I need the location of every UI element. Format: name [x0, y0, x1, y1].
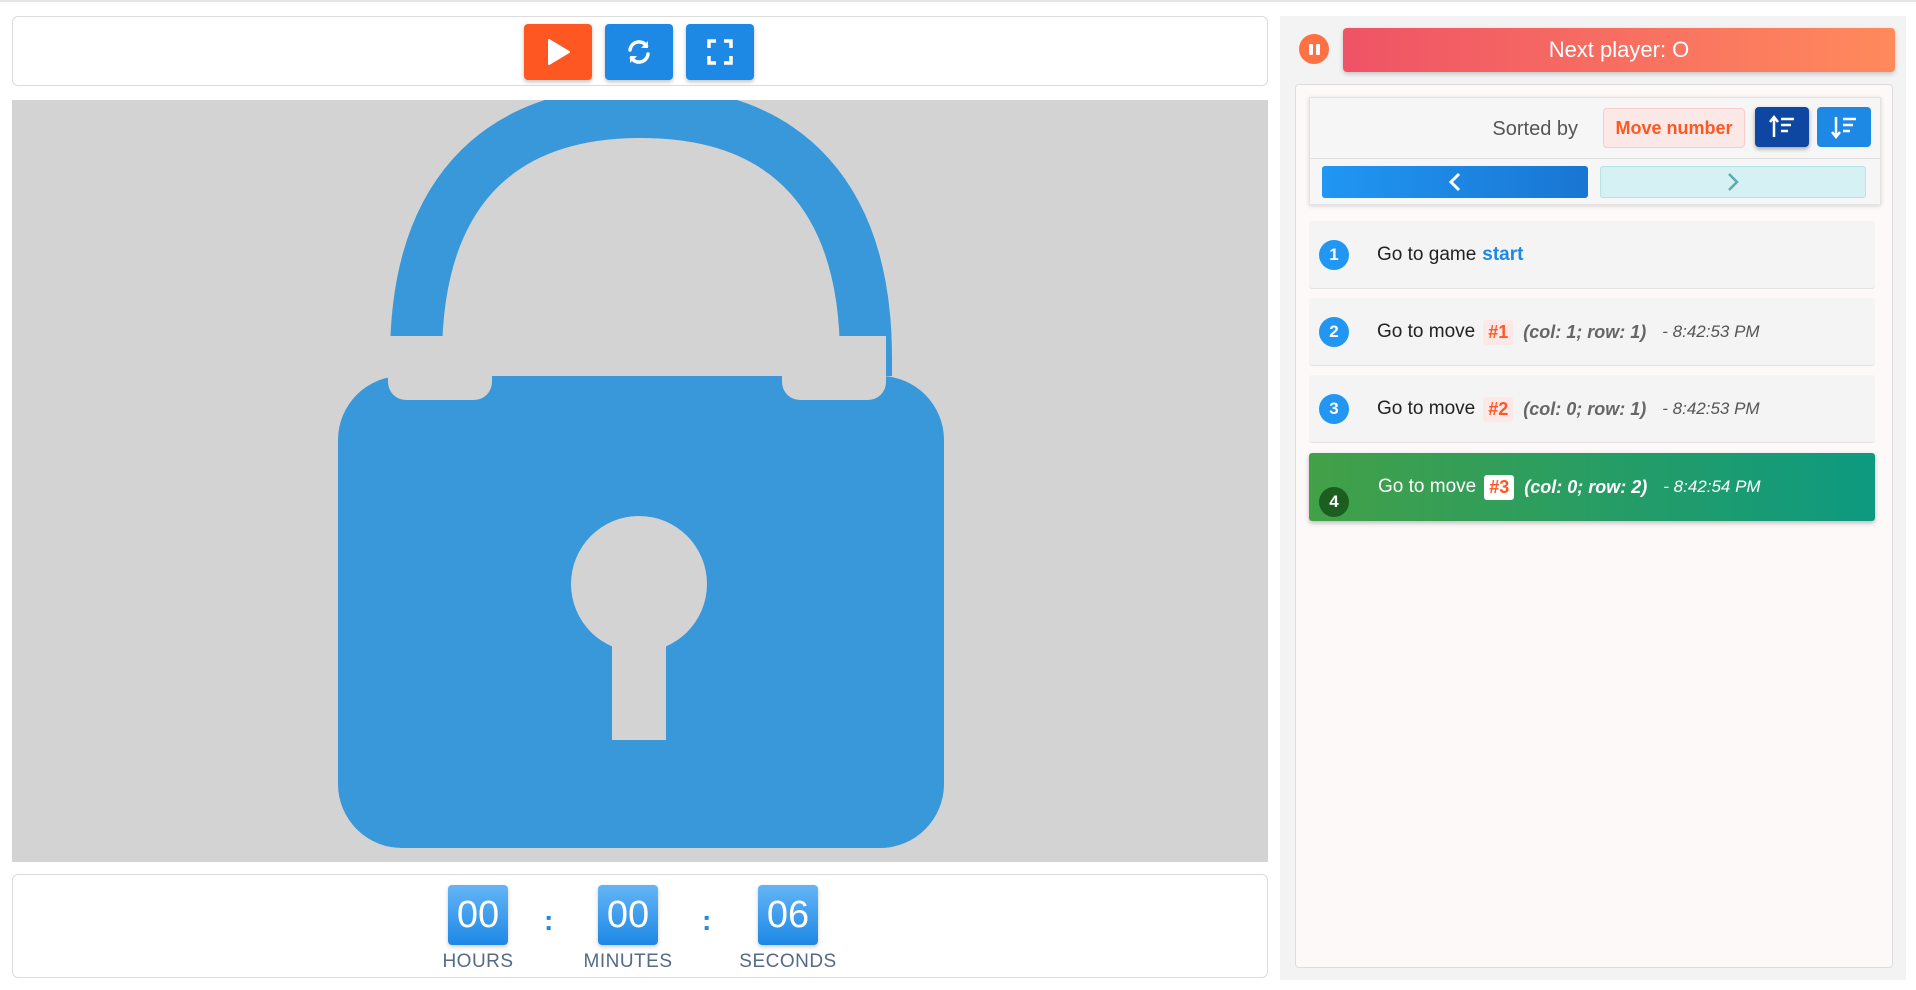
move-label: Go to move	[1377, 321, 1476, 342]
move-text: Go to move #3 (col: 0; row: 2) - 8:42:54…	[1378, 453, 1761, 521]
sort-ascending-button[interactable]	[1755, 107, 1809, 147]
chevron-left-icon	[1448, 172, 1461, 192]
sort-toolbar: Sorted by Move number	[1309, 97, 1881, 205]
top-border	[0, 0, 1916, 4]
sorted-by-label: Sorted by	[1492, 118, 1578, 140]
seconds-label: SECONDS	[739, 951, 837, 972]
move-coords: (col: 1; row: 1)	[1523, 321, 1647, 342]
sort-divider	[1310, 158, 1880, 159]
hours-value: 00	[448, 885, 508, 945]
hours-label: HOURS	[442, 951, 514, 972]
move-time: - 8:42:54 PM	[1663, 477, 1761, 496]
minutes-label: MINUTES	[583, 951, 673, 972]
move-coords: (col: 0; row: 1)	[1523, 398, 1647, 419]
move-tag: #1	[1483, 319, 1514, 345]
move-text: Go to game start	[1377, 221, 1523, 289]
minutes-value: 00	[598, 885, 658, 945]
move-tag: #3	[1484, 474, 1515, 500]
move-number: 1	[1319, 240, 1349, 270]
move-item[interactable]: 2 Go to move #1 (col: 1; row: 1) - 8:42:…	[1309, 298, 1875, 366]
move-item[interactable]: 3 Go to move #2 (col: 0; row: 1) - 8:42:…	[1309, 375, 1875, 443]
timer-separator: :	[702, 905, 712, 936]
pause-icon	[1307, 43, 1321, 55]
play-icon	[548, 39, 570, 65]
move-item-active[interactable]: 4 Go to move #3 (col: 0; row: 2) - 8:42:…	[1309, 453, 1875, 521]
game-board	[12, 100, 1268, 862]
move-text: Go to move #1 (col: 1; row: 1) - 8:42:53…	[1377, 298, 1760, 366]
next-player-banner: Next player: O	[1343, 28, 1895, 72]
refresh-icon	[628, 40, 650, 64]
timer-separator: :	[544, 905, 554, 936]
move-time: - 8:42:53 PM	[1662, 399, 1760, 418]
game-info-panel: Next player: O Sorted by Move number 1 G…	[1280, 16, 1906, 980]
restart-button[interactable]	[605, 24, 673, 80]
move-number: 3	[1319, 394, 1349, 424]
lock-icon	[338, 100, 944, 848]
play-button[interactable]	[524, 24, 592, 80]
timer-seconds: 06 SECONDS	[728, 885, 848, 973]
timer-hours: 00 HOURS	[418, 885, 538, 973]
next-move-button[interactable]	[1600, 166, 1866, 198]
move-label: Go to move	[1378, 476, 1477, 497]
sort-key-badge[interactable]: Move number	[1603, 108, 1745, 148]
move-item-start[interactable]: 1 Go to game start	[1309, 221, 1875, 289]
move-history-panel: Sorted by Move number 1 Go to game start…	[1295, 84, 1893, 968]
move-coords: (col: 0; row: 2)	[1524, 476, 1648, 497]
move-text: Go to move #2 (col: 0; row: 1) - 8:42:53…	[1377, 375, 1760, 443]
fullscreen-button[interactable]	[686, 24, 754, 80]
fullscreen-icon	[707, 39, 733, 65]
move-label: Go to move	[1377, 398, 1476, 419]
chevron-right-icon	[1728, 173, 1739, 191]
seconds-value: 06	[758, 885, 818, 945]
timer-minutes: 00 MINUTES	[568, 885, 688, 973]
move-number: 4	[1319, 487, 1349, 517]
move-time: - 8:42:53 PM	[1662, 322, 1760, 341]
pause-button[interactable]	[1299, 34, 1329, 64]
game-toolbar	[12, 16, 1268, 86]
move-label: Go to game	[1377, 244, 1477, 265]
previous-move-button[interactable]	[1322, 166, 1588, 198]
timer-panel: 00 HOURS : 00 MINUTES : 06 SECONDS	[12, 874, 1268, 978]
sort-descending-icon	[1831, 117, 1856, 139]
game-start-link[interactable]: start	[1482, 244, 1523, 266]
move-number: 2	[1319, 317, 1349, 347]
sort-ascending-icon	[1769, 115, 1794, 137]
move-tag: #2	[1483, 396, 1514, 422]
sort-descending-button[interactable]	[1817, 107, 1871, 147]
